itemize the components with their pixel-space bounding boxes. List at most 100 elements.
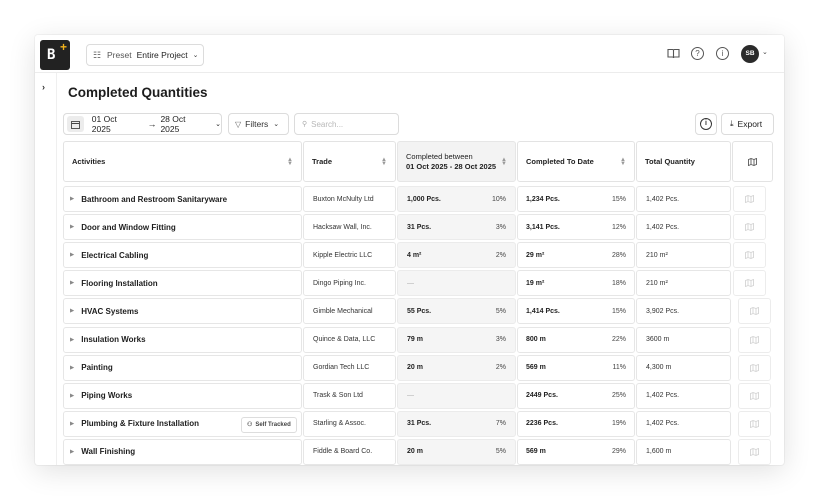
map-icon	[745, 195, 754, 203]
to-date-quantity: 19 m²	[526, 279, 545, 287]
between-percent: 10%	[491, 195, 506, 203]
date-range-picker[interactable]: 01 Oct 2025 → 28 Oct 2025 ⌄	[63, 113, 222, 135]
trade-cell: Buxton McNulty Ltd	[303, 186, 396, 212]
expand-row-icon[interactable]: ▶	[70, 337, 74, 343]
expand-row-icon[interactable]: ▶	[70, 308, 74, 314]
map-button[interactable]	[733, 214, 766, 241]
between-percent: 2%	[495, 364, 506, 372]
map-button[interactable]	[738, 382, 771, 409]
expand-row-icon[interactable]: ▶	[70, 449, 74, 455]
preset-selector[interactable]: ☷ Preset Entire Project ⌄	[86, 44, 204, 66]
column-header-activities[interactable]: Activities ▲ ▼	[63, 141, 302, 182]
header-line-2: 01 Oct 2025 - 28 Oct 2025	[406, 161, 497, 171]
map-icon	[745, 251, 754, 260]
between-quantity: —	[407, 279, 414, 287]
map-button[interactable]	[733, 242, 766, 269]
column-header-trade[interactable]: Trade ▲ ▼	[303, 141, 396, 182]
expand-row-icon[interactable]: ▶	[70, 224, 74, 230]
activity-cell[interactable]: ▶ Door and Window Fitting	[63, 214, 302, 241]
export-button[interactable]: ⤓ Export	[721, 113, 774, 135]
activity-cell[interactable]: ▶ Insulation Works	[63, 326, 302, 353]
expand-row-icon[interactable]: ▶	[70, 196, 74, 202]
activity-cell[interactable]: ▶ Flooring Installation	[63, 270, 302, 297]
completed-to-date-cell: 2449 Pcs. 25%	[517, 382, 635, 409]
total-quantity-cell: 3,902 Pcs.	[636, 298, 731, 325]
trade-name: Dingo Piping Inc.	[313, 279, 366, 287]
between-quantity: —	[407, 392, 414, 400]
column-header-completed-to-date[interactable]: Completed To Date ▲ ▼	[517, 141, 635, 182]
chevron-down-icon[interactable]: ⌄	[762, 48, 768, 56]
expand-row-icon[interactable]: ▶	[70, 252, 74, 258]
expand-row-icon[interactable]: ▶	[70, 280, 74, 286]
book-icon[interactable]	[667, 48, 680, 59]
between-percent: 3%	[495, 223, 506, 231]
total-quantity: 1,402 Pcs.	[646, 420, 680, 428]
search-icon: ⚲	[302, 121, 308, 128]
to-date-percent: 11%	[612, 364, 627, 372]
header-label: Trade	[312, 157, 333, 166]
header-label: Completed To Date	[526, 157, 594, 166]
map-button[interactable]	[733, 270, 766, 297]
filter-icon: ▽	[235, 119, 242, 129]
header-label: Completed between 01 Oct 2025 - 28 Oct 2…	[406, 152, 496, 172]
sort-icon[interactable]: ▲ ▼	[381, 157, 387, 167]
total-quantity-cell: 1,402 Pcs.	[636, 382, 731, 409]
help-icon[interactable]: ?	[691, 47, 704, 60]
to-date-quantity: 569 m	[526, 364, 546, 372]
completed-to-date-cell: 800 m 22%	[517, 326, 635, 353]
map-button[interactable]	[738, 326, 771, 353]
activity-cell[interactable]: ▶ Wall Finishing	[63, 438, 302, 465]
map-button[interactable]	[738, 354, 771, 381]
activity-cell[interactable]: ▶ Painting	[63, 354, 302, 381]
search-input[interactable]	[311, 119, 387, 129]
activity-cell[interactable]: ▶ HVAC Systems	[63, 298, 302, 325]
expand-sidebar-icon[interactable]: ›	[42, 82, 45, 92]
to-date-percent: 25%	[611, 392, 626, 400]
info-icon[interactable]: i	[716, 47, 729, 60]
trade-cell: Gordian Tech LLC	[303, 354, 396, 381]
expand-row-icon[interactable]: ▶	[70, 365, 74, 371]
info-icon: i	[700, 118, 712, 130]
preset-value: Entire Project	[136, 50, 188, 60]
completed-to-date-cell: 569 m 29%	[517, 438, 635, 465]
map-button[interactable]	[738, 298, 771, 325]
header-label: Activities	[72, 157, 106, 166]
activity-cell[interactable]: ▶ Plumbing & Fixture Installation ⚇ Self Tr…	[63, 410, 302, 437]
map-icon	[750, 447, 759, 456]
between-quantity: 4 m²	[407, 251, 422, 259]
column-header-map[interactable]	[732, 141, 773, 182]
activity-name: HVAC Systems	[81, 306, 139, 316]
map-button[interactable]	[738, 410, 771, 437]
to-date-percent: 22%	[611, 336, 626, 343]
activity-cell[interactable]: ▶ Electrical Cabling	[63, 242, 302, 269]
export-label: Export	[737, 119, 763, 129]
map-icon	[750, 335, 759, 344]
expand-row-icon[interactable]: ▶	[70, 421, 74, 427]
filters-button[interactable]: ▽ Filters ⌄	[228, 113, 289, 135]
to-date-quantity: 29 m²	[526, 251, 545, 259]
expand-row-icon[interactable]: ▶	[70, 393, 74, 399]
search-box[interactable]: ⚲	[294, 113, 399, 135]
between-quantity: 79 m	[407, 336, 423, 343]
trade-name: Buxton McNulty Ltd	[313, 195, 374, 203]
completed-between-cell: 31 Pcs. 3%	[397, 214, 516, 241]
column-header-completed-between[interactable]: Completed between 01 Oct 2025 - 28 Oct 2…	[397, 141, 516, 182]
info-button[interactable]: i	[695, 113, 717, 135]
to-date-quantity: 1,414 Pcs.	[526, 307, 560, 315]
sort-icon[interactable]: ▲ ▼	[620, 157, 626, 167]
map-button[interactable]	[738, 438, 771, 465]
avatar[interactable]: SB	[741, 45, 759, 63]
trade-cell: Quince & Data, LLC	[303, 326, 396, 353]
activity-cell[interactable]: ▶ Piping Works	[63, 382, 302, 409]
activity-cell[interactable]: ▶ Bathroom and Restroom Sanitaryware	[63, 186, 302, 212]
page-title: Completed Quantities	[68, 85, 208, 100]
app-logo[interactable]: B +	[40, 40, 70, 70]
map-button[interactable]	[733, 186, 766, 212]
trade-cell: Kipple Electric LLC	[303, 242, 396, 269]
to-date-quantity: 2449 Pcs.	[526, 392, 558, 400]
sort-icon[interactable]: ▲ ▼	[501, 157, 507, 167]
chevron-down-icon: ⌄	[192, 52, 199, 59]
total-quantity: 210 m²	[646, 251, 668, 259]
sort-icon[interactable]: ▲ ▼	[287, 157, 293, 167]
column-header-total-quantity[interactable]: Total Quantity	[636, 141, 731, 182]
